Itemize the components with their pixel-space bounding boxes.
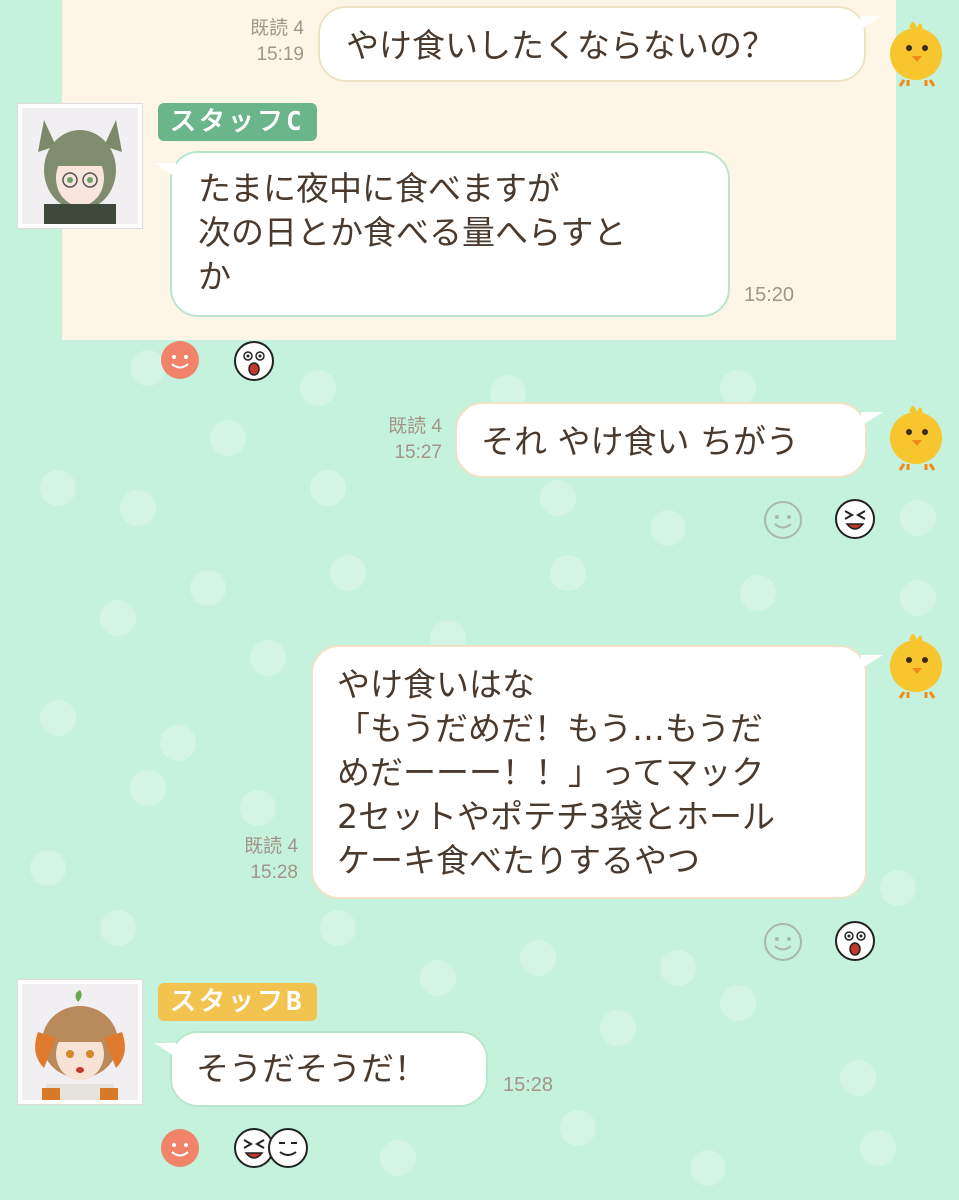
staff-b-avatar[interactable] <box>18 980 142 1104</box>
read-receipt: 既読 4 15:28 <box>212 834 298 886</box>
reaction-badge[interactable] <box>834 920 876 966</box>
message-time: 15:20 <box>744 284 795 306</box>
message-line: それ やけ食い ちがう <box>481 422 799 461</box>
staff-c-avatar[interactable] <box>18 104 142 228</box>
reaction-badge[interactable] <box>834 498 876 544</box>
message-bubble-incoming[interactable]: たまに夜中に食べますが 次の日とか食べる量へらすと か <box>154 151 730 317</box>
read-receipt: 既読 4 15:19 <box>218 16 304 68</box>
message-line: めだーーー！！」ってマック <box>337 753 765 792</box>
laughing-face-icon <box>234 1128 274 1168</box>
smile-icon[interactable] <box>160 1128 200 1168</box>
shocked-face-icon <box>234 341 274 381</box>
read-count: 既読 4 <box>250 18 304 39</box>
read-receipt: 既読 4 15:27 <box>356 414 442 466</box>
reaction-add-button[interactable] <box>763 922 803 966</box>
sender-name: スタッフC <box>170 107 305 137</box>
smile-outline-icon[interactable] <box>763 922 803 962</box>
reaction-add-button[interactable] <box>160 1128 200 1172</box>
message-line: 次の日とか食べる量へらすと <box>198 213 627 252</box>
message-bubble-outgoing[interactable]: やけ食いしたくならないの？ <box>318 6 882 82</box>
sender-name-tag: スタッフB <box>158 983 317 1021</box>
message-line: か <box>198 257 231 296</box>
chick-avatar-icon <box>890 634 942 699</box>
message-time: 15:28 <box>250 862 298 883</box>
message-time: 15:28 <box>503 1074 554 1096</box>
message-time: 15:27 <box>394 442 442 463</box>
read-count: 既読 4 <box>244 836 298 857</box>
grinning-face-icon <box>268 1128 308 1168</box>
read-count: 既読 4 <box>388 416 442 437</box>
shocked-face-icon <box>835 921 875 961</box>
message-line: そうだそうだ！ <box>196 1049 427 1088</box>
message-time: 15:19 <box>256 44 304 65</box>
message-line: 2セットやポテチ3袋とホール <box>337 797 775 836</box>
chick-avatar-icon <box>890 406 942 471</box>
message-line: たまに夜中に食べますが <box>198 169 561 208</box>
message-bubble-outgoing[interactable]: それ やけ食い ちがう <box>455 402 883 478</box>
message-line: 「もうだめだ！もう…もうだ <box>337 709 764 748</box>
smile-outline-icon[interactable] <box>763 500 803 540</box>
sender-name-tag: スタッフC <box>158 103 317 141</box>
laughing-face-icon <box>835 499 875 539</box>
reaction-add-button[interactable] <box>763 500 803 544</box>
smile-icon[interactable] <box>160 340 200 380</box>
message-line: ケーキ食べたりするやつ <box>337 841 700 880</box>
reaction-badge[interactable] <box>233 1126 311 1174</box>
message-bubble-outgoing[interactable]: やけ食いはな 「もうだめだ！もう…もうだ めだーーー！！」ってマック 2セットや… <box>311 645 883 899</box>
message-bubble-incoming[interactable]: そうだそうだ！ <box>154 1031 488 1107</box>
message-line: やけ食いしたくならないの？ <box>346 26 775 65</box>
reaction-badge[interactable] <box>233 340 275 386</box>
chick-avatar-icon <box>890 22 942 87</box>
message-line: やけ食いはな <box>337 665 535 704</box>
sender-name: スタッフB <box>170 987 305 1017</box>
reaction-add-button[interactable] <box>160 340 200 384</box>
